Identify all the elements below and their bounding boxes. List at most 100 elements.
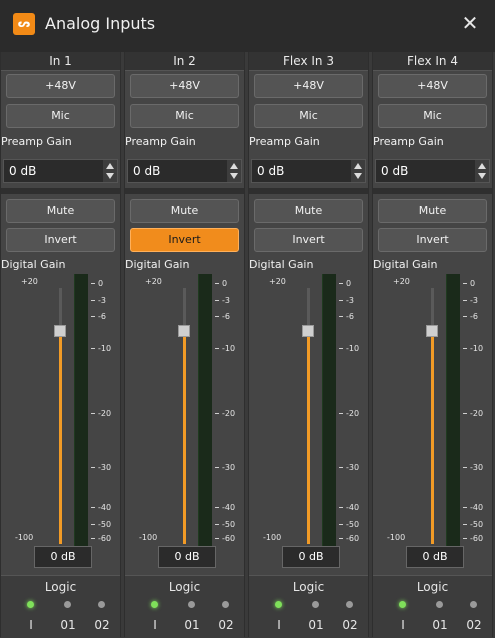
digital-gain-value[interactable]: 0 dB [158, 546, 216, 568]
meter-scale-label: 0 [222, 279, 228, 288]
logic-led-icon [346, 601, 353, 608]
fader-handle[interactable] [54, 324, 66, 337]
meter-tick [215, 467, 219, 468]
meter-tick [339, 348, 343, 349]
meter-tick [215, 524, 219, 525]
phantom-power-button[interactable]: +48V [6, 74, 115, 98]
invert-button[interactable]: Invert [6, 228, 115, 252]
meter-tick [91, 283, 95, 284]
spin-arrows-icon[interactable] [227, 160, 241, 182]
gain-min-label: -100 [139, 533, 158, 542]
gain-min-label: -100 [15, 533, 34, 542]
logic-led-icon [399, 601, 406, 608]
meter-tick [463, 524, 467, 525]
meter-scale-label: -30 [346, 463, 360, 472]
fader-handle[interactable] [426, 324, 438, 337]
invert-button[interactable]: Invert [378, 228, 487, 252]
logic-led-icon [436, 601, 443, 608]
preamp-gain-value: 0 dB [133, 164, 161, 178]
channel-strip: Flex In 4 +48V Mic Preamp Gain 0 dB Mute Inver… [372, 52, 493, 638]
invert-button[interactable]: Invert [130, 228, 239, 252]
logic-led-label: I [277, 618, 281, 632]
logic-led-icon [470, 601, 477, 608]
meter-scale-label: -30 [470, 463, 484, 472]
mute-button[interactable]: Mute [254, 199, 363, 223]
mic-button[interactable]: Mic [254, 104, 363, 128]
phantom-power-button[interactable]: +48V [254, 74, 363, 98]
logic-label: Logic [168, 580, 201, 594]
close-button[interactable]: ✕ [457, 10, 483, 36]
meter-tick [339, 316, 343, 317]
fader-handle[interactable] [178, 324, 190, 337]
logic-led-icon [27, 601, 34, 608]
phantom-power-button[interactable]: +48V [378, 74, 487, 98]
logic-section: Logic I 01 02 [1, 575, 120, 638]
spin-arrows-icon[interactable] [475, 160, 489, 182]
section-divider [373, 188, 492, 194]
preamp-gain-spinbox[interactable]: 0 dB [375, 159, 490, 183]
channel-strip: Flex In 3 +48V Mic Preamp Gain 0 dB Mute Inver… [248, 52, 369, 638]
spin-arrows-icon[interactable] [103, 160, 117, 182]
preamp-gain-label: Preamp Gain [373, 135, 444, 148]
preamp-gain-spinbox[interactable]: 0 dB [3, 159, 118, 183]
window-title: Analog Inputs [45, 14, 156, 33]
meter-tick [91, 316, 95, 317]
preamp-gain-spinbox[interactable]: 0 dB [251, 159, 366, 183]
preamp-gain-value: 0 dB [257, 164, 285, 178]
meter-tick [91, 538, 95, 539]
level-meter [198, 274, 212, 546]
meter-scale-label: -3 [98, 296, 106, 305]
spin-arrows-icon[interactable] [351, 160, 365, 182]
digital-gain-value[interactable]: 0 dB [406, 546, 464, 568]
meter-tick [339, 413, 343, 414]
meter-scale-label: 0 [98, 279, 104, 288]
channel-name: Flex In 3 [249, 52, 368, 71]
level-meter [322, 274, 336, 546]
meter-tick [215, 283, 219, 284]
digital-gain-value[interactable]: 0 dB [282, 546, 340, 568]
meter-tick [463, 413, 467, 414]
mute-button[interactable]: Mute [130, 199, 239, 223]
section-divider [1, 188, 120, 194]
meter-scale-label: -40 [222, 503, 236, 512]
gain-min-label: -100 [263, 533, 282, 542]
logic-led-label: 01 [432, 618, 448, 632]
meter-scale-label: -20 [98, 409, 112, 418]
meter-scale-label: -10 [470, 344, 484, 353]
mic-button[interactable]: Mic [378, 104, 487, 128]
digital-gain-value[interactable]: 0 dB [34, 546, 92, 568]
meter-tick [339, 467, 343, 468]
gain-max-label: +20 [21, 277, 38, 286]
phantom-power-button[interactable]: +48V [130, 74, 239, 98]
meter-scale-label: -60 [98, 534, 112, 543]
logic-led-label: 02 [466, 618, 482, 632]
section-divider [249, 188, 368, 194]
meter-tick [339, 524, 343, 525]
mic-button[interactable]: Mic [130, 104, 239, 128]
fader-handle[interactable] [302, 324, 314, 337]
preamp-gain-spinbox[interactable]: 0 dB [127, 159, 242, 183]
meter-tick [215, 300, 219, 301]
meter-scale-label: 0 [346, 279, 352, 288]
meter-scale-label: -50 [470, 520, 484, 529]
meter-scale-label: -20 [470, 409, 484, 418]
meter-tick [215, 538, 219, 539]
digital-gain-label: Digital Gain [1, 258, 66, 271]
meter-tick [463, 300, 467, 301]
logic-led-label: 01 [308, 618, 324, 632]
meter-scale-label: -6 [222, 312, 230, 321]
meter-tick [215, 507, 219, 508]
mute-button[interactable]: Mute [378, 199, 487, 223]
mute-button[interactable]: Mute [6, 199, 115, 223]
meter-scale-label: -50 [222, 520, 236, 529]
logic-led-icon [312, 601, 319, 608]
fader-fill [431, 330, 434, 544]
mic-button[interactable]: Mic [6, 104, 115, 128]
invert-button[interactable]: Invert [254, 228, 363, 252]
logic-led-icon [188, 601, 195, 608]
channel-strip: In 2 +48V Mic Preamp Gain 0 dB Mute Invert Digi… [124, 52, 245, 638]
preamp-gain-label: Preamp Gain [125, 135, 196, 148]
meter-scale-label: -30 [98, 463, 112, 472]
digital-gain-label: Digital Gain [125, 258, 190, 271]
meter-scale-label: -50 [98, 520, 112, 529]
